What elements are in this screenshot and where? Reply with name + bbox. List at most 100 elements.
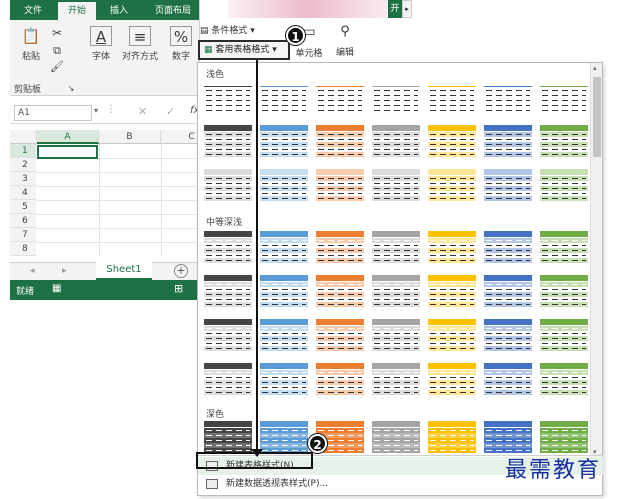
scroll-left-icon[interactable]: ◂ [30,266,35,276]
table-style-thumbnail[interactable] [372,169,420,201]
column-header-c[interactable]: C [161,130,199,144]
table-style-thumbnail[interactable] [316,125,364,157]
table-style-thumbnail[interactable] [316,275,364,307]
table-style-thumbnail[interactable] [484,363,532,395]
table-style-thumbnail[interactable] [372,231,420,263]
table-style-thumbnail[interactable] [372,275,420,307]
table-style-thumbnail[interactable] [540,169,588,201]
table-style-thumbnail[interactable] [260,81,308,113]
table-style-thumbnail[interactable] [428,275,476,307]
column-header-b[interactable]: B [99,130,161,144]
vertical-scrollbar[interactable]: ▴ ▾ [590,63,602,457]
table-style-thumbnail[interactable] [316,81,364,113]
table-style-thumbnail[interactable] [484,169,532,201]
conditional-format-button[interactable]: ▤ 条件格式 ▾ [200,24,280,38]
cut-icon[interactable]: ✂ [50,26,64,40]
row-header-8[interactable]: 8 [10,242,36,256]
table-style-thumbnail[interactable] [540,421,588,453]
table-style-thumbnail[interactable] [428,319,476,351]
table-style-thumbnail[interactable] [428,81,476,113]
table-style-thumbnail[interactable] [260,319,308,351]
table-style-thumbnail[interactable] [204,81,252,113]
table-style-thumbnail[interactable] [540,319,588,351]
tab-file[interactable]: 文件 [16,2,50,20]
row-header-4[interactable]: 4 [10,186,36,200]
name-box[interactable]: A1 [14,105,92,121]
add-sheet-icon[interactable]: + [174,264,188,278]
table-style-thumbnail[interactable] [540,81,588,113]
table-style-thumbnail[interactable] [372,81,420,113]
format-as-table-button[interactable]: ▦ 套用表格格式 ▾ [198,40,290,60]
select-all-corner[interactable] [10,130,37,144]
table-style-thumbnail[interactable] [204,231,252,263]
tab-home[interactable]: 开始 [58,2,96,20]
table-style-thumbnail[interactable] [260,125,308,157]
editing-button[interactable]: ⚲ 编辑 [330,24,360,58]
table-style-thumbnail[interactable] [204,125,252,157]
table-style-thumbnail[interactable] [428,125,476,157]
active-cell-a1[interactable] [37,145,98,159]
scroll-right-tabs-icon[interactable]: ▸ [402,0,412,18]
table-style-thumbnail[interactable] [372,363,420,395]
table-style-thumbnail[interactable] [204,275,252,307]
table-style-thumbnail[interactable] [204,421,252,453]
table-style-thumbnail[interactable] [316,169,364,201]
row-header-2[interactable]: 2 [10,158,36,172]
scroll-up-icon[interactable]: ▴ [593,64,597,72]
copy-icon[interactable]: ⧉ [50,44,64,58]
table-style-thumbnail[interactable] [372,319,420,351]
check-icon[interactable]: ✓ [166,105,175,118]
table-style-thumbnail[interactable] [484,275,532,307]
table-style-thumbnail[interactable] [316,319,364,351]
tab-more[interactable]: 开 [388,0,402,18]
table-style-thumbnail[interactable] [316,231,364,263]
table-style-thumbnail[interactable] [260,231,308,263]
table-style-thumbnail[interactable] [428,363,476,395]
table-style-thumbnail[interactable] [428,421,476,453]
table-style-thumbnail[interactable] [484,319,532,351]
row-header-6[interactable]: 6 [10,214,36,228]
table-style-thumbnail[interactable] [484,81,532,113]
scroll-right-icon[interactable]: ▸ [62,266,67,276]
thumb-row [316,108,364,113]
row-header-3[interactable]: 3 [10,172,36,186]
cancel-icon[interactable]: ✕ [138,105,147,118]
table-style-thumbnail[interactable] [484,421,532,453]
table-style-thumbnail[interactable] [484,231,532,263]
table-style-thumbnail[interactable] [428,231,476,263]
paste-button[interactable]: 📋 粘贴 [16,26,46,62]
table-style-thumbnail[interactable] [260,169,308,201]
tab-insert[interactable]: 插入 [102,2,136,20]
dialog-launcher-icon[interactable]: ↘ [66,84,76,93]
table-style-thumbnail[interactable] [428,169,476,201]
scrollbar-thumb[interactable] [593,77,601,157]
number-button[interactable]: % 数字 [166,26,196,62]
row-header-7[interactable]: 7 [10,228,36,242]
row-header-5[interactable]: 5 [10,200,36,214]
macro-record-icon[interactable]: ▦ [52,283,61,294]
chevron-down-icon[interactable]: ▾ [94,106,98,115]
table-style-thumbnail[interactable] [260,421,308,453]
column-header-a[interactable]: A [37,130,99,144]
table-style-thumbnail[interactable] [260,275,308,307]
tab-page-layout[interactable]: 页面布局 [146,2,199,20]
alignment-button[interactable]: ≡ 对齐方式 [118,26,162,62]
table-style-thumbnail[interactable] [372,421,420,453]
font-button[interactable]: A 字体 [86,26,116,62]
table-style-thumbnail[interactable] [540,275,588,307]
row-header-1[interactable]: 1 [10,144,36,158]
table-style-thumbnail[interactable] [316,363,364,395]
table-style-thumbnail[interactable] [484,125,532,157]
normal-view-icon[interactable]: ⊞ [174,282,183,295]
spreadsheet-grid[interactable]: A B C 1 2 3 4 5 6 7 8 [10,130,199,262]
table-style-thumbnail[interactable] [204,169,252,201]
table-style-thumbnail[interactable] [540,363,588,395]
table-style-thumbnail[interactable] [260,363,308,395]
format-painter-icon[interactable]: 🖌 [50,60,64,73]
table-style-thumbnail[interactable] [540,125,588,157]
table-style-thumbnail[interactable] [204,363,252,395]
table-style-thumbnail[interactable] [540,231,588,263]
sheet-tab-sheet1[interactable]: Sheet1 [96,262,152,280]
table-style-thumbnail[interactable] [204,319,252,351]
table-style-thumbnail[interactable] [372,125,420,157]
